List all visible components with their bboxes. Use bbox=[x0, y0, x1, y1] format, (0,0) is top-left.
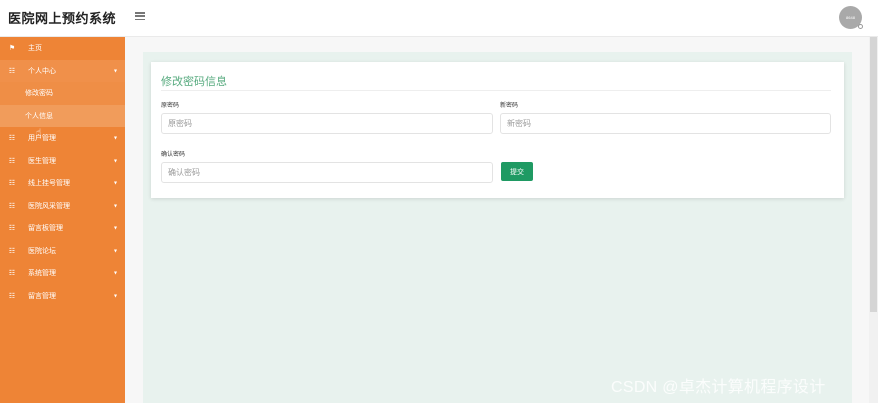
title-divider bbox=[161, 90, 831, 91]
list-icon: ☷ bbox=[8, 202, 16, 210]
avatar-text: 8648 bbox=[846, 15, 855, 20]
sidebar-item-label: 医院风采管理 bbox=[28, 202, 70, 210]
list-icon: ☷ bbox=[8, 135, 16, 143]
sidebar-item-label: 线上挂号管理 bbox=[28, 180, 70, 188]
sidebar-subitem-change-password[interactable]: 修改密码 bbox=[0, 82, 125, 105]
pointer-cursor-icon: ☝ bbox=[36, 127, 42, 137]
sidebar-item-message-management[interactable]: ☷ 留言管理 ▾ bbox=[0, 285, 125, 308]
avatar[interactable]: 8648 bbox=[839, 6, 863, 29]
sidebar-item-label: 主页 bbox=[28, 45, 42, 53]
sidebar-item-label: 留言板管理 bbox=[28, 225, 63, 233]
watermark: CSDN @卓杰计算机程序设计 bbox=[611, 379, 826, 396]
list-icon: ☷ bbox=[8, 157, 16, 165]
change-password-card: 修改密码信息 原密码 原密码 新密码 新密码 确认密码 确认密码 提交 bbox=[151, 62, 844, 198]
sidebar-item-personal-center[interactable]: ☷ 个人中心 ▾ bbox=[0, 59, 125, 82]
avatar-status-icon bbox=[858, 24, 863, 29]
sidebar-item-hospital-style[interactable]: ☷ 医院风采管理 ▾ bbox=[0, 195, 125, 218]
scrollbar-thumb[interactable] bbox=[870, 37, 877, 312]
vertical-scrollbar[interactable] bbox=[869, 37, 878, 403]
chevron-down-icon: ▾ bbox=[113, 270, 117, 277]
chevron-down-icon: ▾ bbox=[113, 248, 117, 255]
list-icon: ☷ bbox=[8, 225, 16, 233]
list-icon: ☷ bbox=[8, 292, 16, 300]
chevron-down-icon: ▾ bbox=[113, 158, 117, 165]
old-password-input[interactable]: 原密码 bbox=[161, 113, 493, 134]
chevron-down-icon: ▾ bbox=[113, 225, 117, 232]
card-title: 修改密码信息 bbox=[161, 76, 227, 88]
sidebar-subitem-label: 个人信息 bbox=[25, 112, 53, 120]
chevron-down-icon: ▾ bbox=[113, 180, 117, 187]
sidebar-item-label: 系统管理 bbox=[28, 270, 56, 278]
list-icon: ☷ bbox=[8, 270, 16, 278]
sidebar-item-message-board[interactable]: ☷ 留言板管理 ▾ bbox=[0, 217, 125, 240]
sidebar-item-label: 用户管理 bbox=[28, 135, 56, 143]
sidebar-item-label: 个人中心 bbox=[28, 67, 56, 75]
new-password-input[interactable]: 新密码 bbox=[500, 113, 831, 134]
chevron-down-icon: ▾ bbox=[113, 203, 117, 210]
chevron-down-icon: ▾ bbox=[113, 293, 117, 300]
sidebar-item-system-management[interactable]: ☷ 系统管理 ▾ bbox=[0, 262, 125, 285]
new-password-label: 新密码 bbox=[500, 103, 519, 109]
sidebar-item-hospital-forum[interactable]: ☷ 医院论坛 ▾ bbox=[0, 240, 125, 263]
top-header: 医院网上预约系统 8648 bbox=[0, 0, 878, 37]
sidebar: ⚑ 主页 ☷ 个人中心 ▾ 修改密码 个人信息 ☷ 用户管理 ☝ ▾ ☷ 医生管… bbox=[0, 37, 125, 403]
sidebar-item-user-management[interactable]: ☷ 用户管理 ☝ ▾ bbox=[0, 127, 125, 150]
sidebar-item-label: 医生管理 bbox=[28, 157, 56, 165]
sidebar-item-home[interactable]: ⚑ 主页 bbox=[0, 37, 125, 60]
list-icon: ☷ bbox=[8, 67, 16, 75]
flag-icon: ⚑ bbox=[8, 45, 16, 53]
chevron-down-icon: ▾ bbox=[113, 135, 117, 142]
sidebar-subitem-personal-info[interactable]: 个人信息 bbox=[0, 104, 125, 127]
old-password-label: 原密码 bbox=[161, 103, 180, 109]
list-icon: ☷ bbox=[8, 247, 16, 255]
sidebar-item-label: 医院论坛 bbox=[28, 247, 56, 255]
chevron-down-icon: ▾ bbox=[113, 68, 117, 75]
confirm-password-input[interactable]: 确认密码 bbox=[161, 162, 493, 183]
app-title: 医院网上预约系统 bbox=[8, 11, 117, 26]
menu-toggle-icon[interactable] bbox=[135, 12, 145, 20]
list-icon: ☷ bbox=[8, 180, 16, 188]
confirm-password-label: 确认密码 bbox=[161, 152, 186, 158]
submit-button[interactable]: 提交 bbox=[501, 162, 533, 181]
sidebar-item-label: 留言管理 bbox=[28, 292, 56, 300]
sidebar-subitem-label: 修改密码 bbox=[25, 90, 53, 98]
sidebar-item-online-registration[interactable]: ☷ 线上挂号管理 ▾ bbox=[0, 172, 125, 195]
sidebar-item-doctor-management[interactable]: ☷ 医生管理 ▾ bbox=[0, 150, 125, 173]
